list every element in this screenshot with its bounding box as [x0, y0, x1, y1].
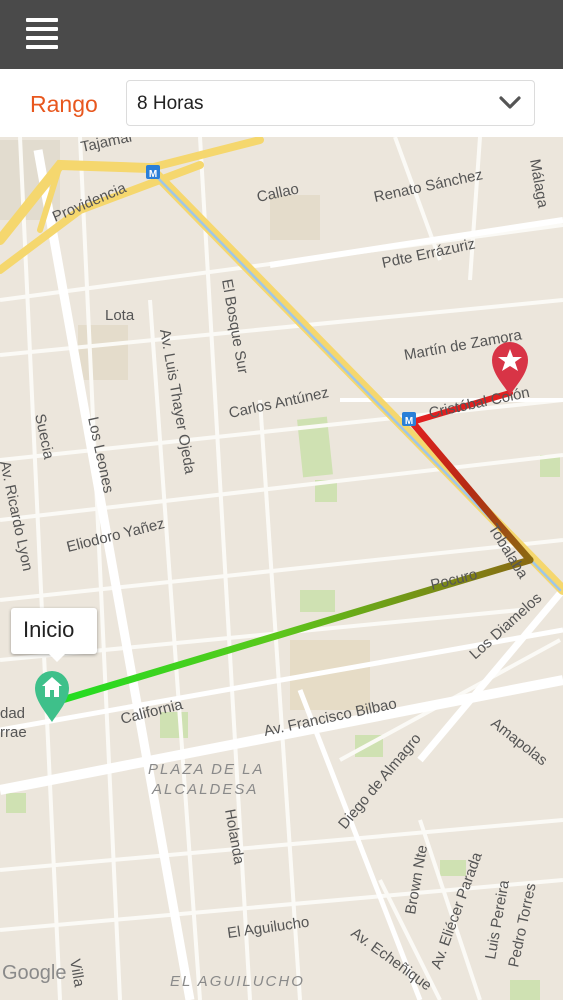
street-label: dad [0, 705, 25, 722]
street-label: Lota [105, 307, 135, 324]
app-toolbar [0, 0, 563, 69]
metro-icon: M [146, 165, 160, 180]
range-selected-value: 8 Horas [137, 93, 204, 114]
svg-text:M: M [405, 416, 413, 427]
map-canvas: M M Tajamar Providencia Callao Renato Sá… [0, 137, 563, 1000]
range-filter-bar: Rango 8 Horas [0, 69, 563, 137]
metro-icon: M [402, 412, 416, 427]
hamburger-menu-icon[interactable] [26, 16, 60, 50]
district-label: ALCALDESA [151, 781, 258, 798]
district-label: EL AGUILUCHO [170, 973, 305, 990]
map-view[interactable]: M M Tajamar Providencia Callao Renato Sá… [0, 137, 563, 1000]
district-label: PLAZA DE LA [148, 761, 264, 778]
svg-text:M: M [149, 169, 157, 180]
street-label: rrae [0, 724, 27, 741]
chevron-down-icon [499, 96, 521, 109]
range-select[interactable]: 8 Horas [126, 80, 535, 126]
start-info-bubble: Inicio [11, 608, 97, 662]
range-label: Rango [30, 91, 98, 117]
map-attribution: Google [2, 962, 67, 984]
bubble-tail [49, 654, 65, 662]
start-label: Inicio [23, 617, 75, 642]
